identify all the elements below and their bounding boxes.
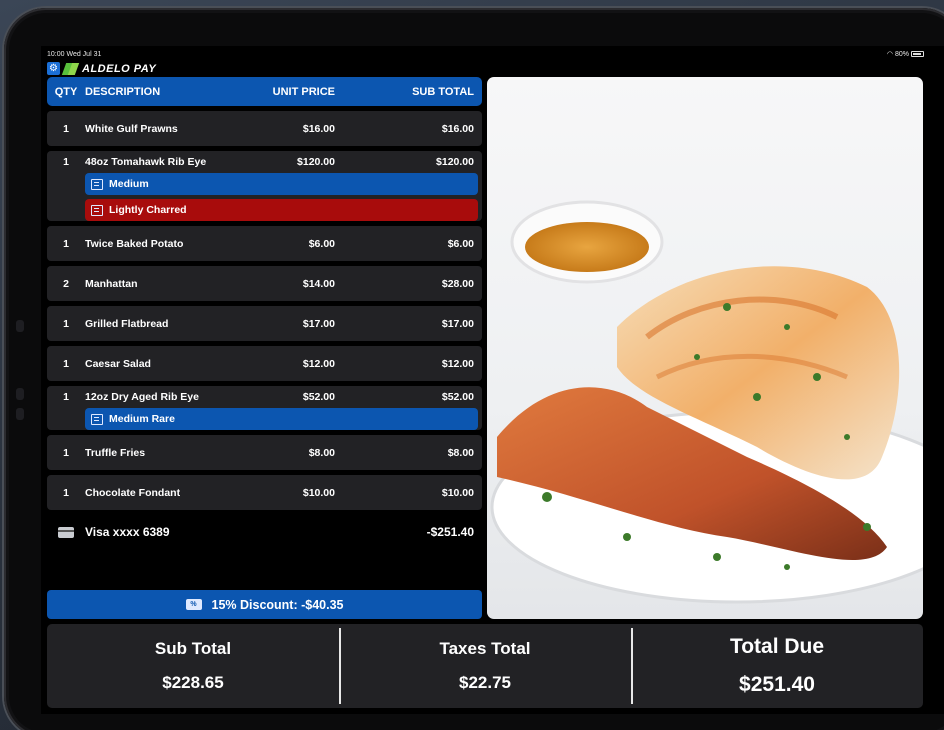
order-row[interactable]: 1 48oz Tomahawk Rib Eye $120.00 $120.00 … xyxy=(47,151,482,221)
taxes-total-box: Taxes Total $22.75 xyxy=(339,624,631,708)
modifier-label: Medium xyxy=(109,178,149,190)
sub-total-box: Sub Total $228.65 xyxy=(47,624,339,708)
discount-icon: % xyxy=(185,599,202,610)
status-time: 10:00 Wed Jul 31 xyxy=(47,51,102,58)
order-row[interactable]: 1 Truffle Fries $8.00 $8.00 xyxy=(47,435,482,470)
total-due-value: $251.40 xyxy=(739,673,815,696)
item-unit-price: $120.00 xyxy=(297,156,335,168)
item-sub-total: $120.00 xyxy=(436,156,474,168)
item-qty: 2 xyxy=(63,277,69,290)
header-qty: QTY xyxy=(54,85,78,98)
tablet-frame: 10:00 Wed Jul 31 ◠ 80% ⚙ ALDELO PAY QTY … xyxy=(4,8,944,730)
order-row[interactable]: 1 White Gulf Prawns $16.00 $16.00 xyxy=(47,111,482,146)
item-unit-price: $6.00 xyxy=(308,237,335,250)
sub-total-value: $228.65 xyxy=(162,673,224,692)
item-description: Manhattan xyxy=(85,277,138,290)
header-description: DESCRIPTION xyxy=(85,85,161,98)
item-description: Grilled Flatbread xyxy=(85,317,169,330)
totals-panel: Sub Total $228.65 Taxes Total $22.75 Tot… xyxy=(47,624,923,708)
order-row[interactable]: 1 Chocolate Fondant $10.00 $10.00 xyxy=(47,475,482,510)
item-qty: 1 xyxy=(63,446,69,459)
modifier-icon xyxy=(91,413,103,425)
camera-dot xyxy=(16,408,24,420)
food-photo-illustration xyxy=(490,200,923,604)
order-row[interactable]: 1 Twice Baked Potato $6.00 $6.00 xyxy=(47,226,482,261)
item-description: 12oz Dry Aged Rib Eye xyxy=(85,391,199,403)
item-sub-total: $10.00 xyxy=(441,486,474,499)
item-description: Twice Baked Potato xyxy=(85,237,184,250)
item-description: 48oz Tomahawk Rib Eye xyxy=(85,156,207,168)
discount-bar[interactable]: % 15% Discount: -$40.35 xyxy=(47,590,482,619)
item-qty: 1 xyxy=(63,122,69,135)
payment-row[interactable]: Visa xxxx 6389 -$251.40 xyxy=(47,512,482,552)
order-row[interactable]: 2 Manhattan $14.00 $28.00 xyxy=(47,266,482,301)
modifier-medium-rare[interactable]: Medium Rare xyxy=(85,408,478,430)
item-sub-total: $6.00 xyxy=(447,237,474,250)
order-header: QTY DESCRIPTION UNIT PRICE SUB TOTAL xyxy=(47,77,482,106)
item-description: White Gulf Prawns xyxy=(85,122,178,135)
sub-total-label: Sub Total xyxy=(154,639,232,658)
aldelo-logo-icon xyxy=(64,62,78,75)
order-list: QTY DESCRIPTION UNIT PRICE SUB TOTAL 1 W… xyxy=(47,77,482,552)
header-sub-total: SUB TOTAL xyxy=(412,85,474,98)
item-qty: 1 xyxy=(63,317,69,330)
total-due-label: Total Due xyxy=(729,635,825,658)
modifier-label: Medium Rare xyxy=(109,413,175,425)
battery-icon xyxy=(911,51,924,57)
item-qty: 1 xyxy=(63,391,69,403)
item-qty: 1 xyxy=(63,237,69,250)
brand-bar: ⚙ ALDELO PAY xyxy=(47,61,156,76)
item-description: Caesar Salad xyxy=(85,357,151,370)
item-unit-price: $52.00 xyxy=(302,391,335,403)
camera-dot xyxy=(16,320,24,332)
order-row[interactable]: 1 Caesar Salad $12.00 $12.00 xyxy=(47,346,482,381)
item-sub-total: $17.00 xyxy=(441,317,474,330)
note-icon xyxy=(91,204,103,216)
payment-description: Visa xxxx 6389 xyxy=(85,525,170,539)
battery-percent: 80% xyxy=(894,50,909,58)
card-icon xyxy=(47,526,85,538)
modifier-label: Lightly Charred xyxy=(109,204,187,216)
lobster-tail-food-photo xyxy=(487,77,923,619)
total-due-box: Total Due $251.40 xyxy=(631,624,923,708)
taxes-total-label: Taxes Total xyxy=(439,639,531,658)
item-sub-total: $8.00 xyxy=(447,446,474,459)
item-description: Chocolate Fondant xyxy=(85,486,181,499)
discount-label: 15% Discount: -$40.35 xyxy=(211,597,344,612)
order-row[interactable]: 1 12oz Dry Aged Rib Eye $52.00 $52.00 Me… xyxy=(47,386,482,430)
item-sub-total: $28.00 xyxy=(441,277,474,290)
item-unit-price: $8.00 xyxy=(308,446,335,459)
modifier-icon xyxy=(91,178,103,190)
item-qty: 1 xyxy=(63,156,69,168)
item-unit-price: $17.00 xyxy=(302,317,335,330)
item-sub-total: $12.00 xyxy=(441,357,474,370)
modifier-lightly-charred[interactable]: Lightly Charred xyxy=(85,199,478,221)
status-right: ◠ 80% xyxy=(887,50,924,58)
item-unit-price: $14.00 xyxy=(302,277,335,290)
screen: 10:00 Wed Jul 31 ◠ 80% ⚙ ALDELO PAY QTY … xyxy=(41,46,944,714)
item-sub-total: $16.00 xyxy=(441,122,474,135)
camera-dot xyxy=(16,388,24,400)
header-unit-price: UNIT PRICE xyxy=(272,85,335,98)
item-description: Truffle Fries xyxy=(85,446,146,459)
payment-amount: -$251.40 xyxy=(426,525,474,539)
item-unit-price: $16.00 xyxy=(302,122,335,135)
item-unit-price: $12.00 xyxy=(302,357,335,370)
item-unit-price: $10.00 xyxy=(302,486,335,499)
order-row[interactable]: 1 Grilled Flatbread $17.00 $17.00 xyxy=(47,306,482,341)
item-sub-total: $52.00 xyxy=(441,391,474,403)
gear-icon[interactable]: ⚙ xyxy=(47,62,60,75)
item-qty: 1 xyxy=(63,357,69,370)
item-qty: 1 xyxy=(63,486,69,499)
taxes-total-value: $22.75 xyxy=(459,673,511,692)
wifi-icon: ◠ xyxy=(886,51,893,58)
brand-name: ALDELO PAY xyxy=(82,62,157,75)
modifier-medium[interactable]: Medium xyxy=(85,173,478,195)
